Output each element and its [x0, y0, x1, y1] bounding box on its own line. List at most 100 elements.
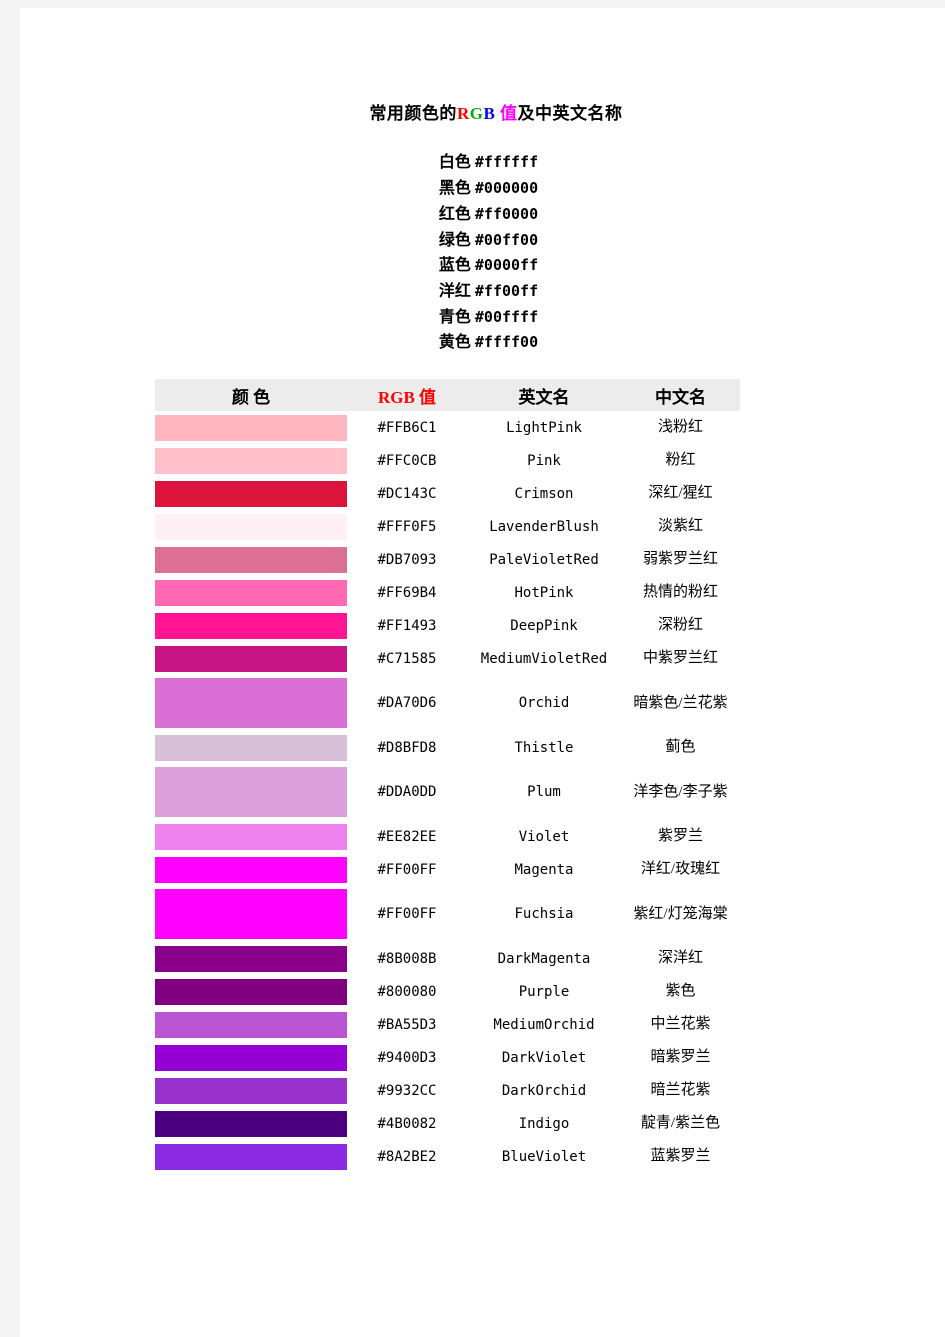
basic-color-name: 白色 [438, 154, 471, 172]
color-swatch [155, 579, 347, 606]
basic-color-row: 蓝色 #0000ff [32, 253, 945, 279]
color-swatch [155, 734, 347, 761]
table-row: #DDA0DD Plum 洋李色/李子紫 [155, 764, 740, 820]
table-row: #800080 Purple 紫色 [155, 975, 740, 1008]
color-english-name: Indigo [518, 1115, 570, 1132]
color-chinese-name: 中兰花紫 [650, 1016, 711, 1033]
table-header-row: 颜 色 RGB 值 英文名 中文名 [155, 379, 740, 411]
color-swatch-cell [155, 886, 347, 942]
color-chinese-name: 深粉红 [657, 617, 703, 634]
table-row: #4B0082 Indigo 靛青/紫兰色 [155, 1107, 740, 1140]
document-page: 常用颜色的RGB 值及中英文名称 白色 #ffffff 黑色 #000000 红色 … [20, 8, 945, 1337]
color-swatch-cell [155, 731, 347, 764]
table-row: #C71585 MediumVioletRed 中紫罗兰红 [155, 642, 740, 675]
color-swatch-cell [155, 1008, 347, 1041]
color-swatch [155, 767, 347, 817]
color-swatch [155, 678, 347, 728]
color-english-name: Thistle [514, 739, 574, 756]
color-swatch-cell [155, 510, 347, 543]
color-english-name: DeepPink [510, 617, 578, 634]
color-english-name: Purple [518, 983, 570, 1000]
color-english-name: Violet [518, 828, 570, 845]
table-row: #EE82EE Violet 紫罗兰 [155, 820, 740, 853]
color-english-name: Crimson [514, 485, 574, 502]
color-hex-value: #FF69B4 [377, 584, 437, 601]
color-swatch [155, 856, 347, 883]
color-english-name: Orchid [518, 695, 570, 711]
color-chinese-name: 深红/猩红 [648, 485, 713, 502]
color-hex-value: #FFB6C1 [377, 419, 437, 436]
color-hex-value: #DDA0DD [377, 784, 437, 800]
title-segment-5: 值 [500, 104, 518, 123]
color-hex-value: #DB7093 [377, 551, 437, 568]
basic-color-name: 绿色 [438, 231, 471, 249]
color-english-name: LightPink [506, 419, 582, 436]
color-swatch [155, 513, 347, 540]
color-swatch [155, 889, 347, 939]
table-row: #BA55D3 MediumOrchid 中兰花紫 [155, 1008, 740, 1041]
color-swatch-cell [155, 1074, 347, 1107]
color-swatch [155, 447, 347, 474]
color-chinese-name: 紫色 [665, 983, 696, 1000]
color-chinese-name: 浅粉红 [657, 419, 703, 436]
basic-color-name: 青色 [438, 308, 471, 326]
color-english-name: DarkOrchid [501, 1082, 587, 1099]
color-english-name: Pink [527, 452, 561, 469]
table-row: #FF00FF Fuchsia 紫红/灯笼海棠 [155, 886, 740, 942]
color-hex-value: #FF00FF [377, 906, 437, 922]
table-row: #FF69B4 HotPink 热情的粉红 [155, 576, 740, 609]
color-chinese-name: 暗紫罗兰 [650, 1049, 711, 1066]
table-row: #FF00FF Magenta 洋红/玫瑰红 [155, 853, 740, 886]
basic-color-row: 黑色 #000000 [32, 176, 945, 202]
color-english-name: Fuchsia [514, 906, 574, 922]
color-swatch-cell [155, 576, 347, 609]
color-hex-value: #D8BFD8 [377, 739, 437, 756]
color-swatch [155, 823, 347, 850]
color-swatch-cell [155, 543, 347, 576]
color-swatch-cell [155, 675, 347, 731]
basic-color-hex: #ff0000 [474, 204, 539, 223]
color-swatch [155, 1011, 347, 1038]
title-segment-0: 常用颜色的 [369, 104, 457, 123]
table-row: #FFB6C1 LightPink 浅粉红 [155, 411, 740, 444]
basic-color-row: 黄色 #ffff00 [32, 330, 945, 356]
color-english-name: Magenta [514, 861, 574, 878]
title-segment-6: 及中英文名称 [517, 104, 623, 123]
table-row: #9932CC DarkOrchid 暗兰花紫 [155, 1074, 740, 1107]
color-english-name: MediumOrchid [493, 1016, 595, 1033]
color-swatch [155, 414, 347, 441]
basic-color-name: 洋红 [438, 282, 471, 300]
color-hex-value: #800080 [377, 983, 437, 1000]
color-chinese-name: 弱紫罗兰红 [642, 551, 718, 568]
color-swatch [155, 1110, 347, 1137]
color-chinese-name: 紫罗兰 [657, 828, 703, 845]
basic-color-hex: #ffff00 [474, 333, 539, 352]
color-swatch-cell [155, 609, 347, 642]
color-swatch-cell [155, 477, 347, 510]
color-chinese-name: 洋李色/李子紫 [633, 783, 728, 800]
color-hex-value: #FF00FF [377, 861, 437, 878]
table-body: #FFB6C1 LightPink 浅粉红 #FFC0CB Pink 粉红 #DC143C C… [155, 411, 740, 1173]
color-swatch [155, 546, 347, 573]
color-english-name: LavenderBlush [489, 518, 599, 535]
color-hex-value: #BA55D3 [377, 1016, 437, 1033]
color-hex-value: #9400D3 [377, 1049, 437, 1066]
color-swatch-cell [155, 1140, 347, 1173]
page-title: 常用颜色的RGB 值及中英文名称 [20, 104, 945, 124]
title-segment-1: R [456, 104, 470, 123]
color-swatch-cell [155, 942, 347, 975]
table-row: #DB7093 PaleVioletRed 弱紫罗兰红 [155, 543, 740, 576]
color-chinese-name: 靛青/紫兰色 [640, 1115, 721, 1132]
basic-color-name: 蓝色 [438, 257, 471, 275]
color-english-name: BlueViolet [501, 1148, 587, 1165]
basic-color-hex: #ffffff [474, 153, 539, 172]
color-swatch-cell [155, 1041, 347, 1074]
color-chinese-name: 暗紫色/兰花紫 [633, 694, 728, 711]
basic-color-list: 白色 #ffffff 黑色 #000000 红色 #ff0000 绿色 #00ff00… [20, 150, 945, 356]
title-segment-3: B [483, 104, 496, 123]
color-swatch [155, 1044, 347, 1071]
basic-color-name: 黑色 [438, 180, 471, 198]
color-english-name: DarkMagenta [497, 950, 591, 967]
table-row: #D8BFD8 Thistle 蓟色 [155, 731, 740, 764]
basic-color-row: 绿色 #00ff00 [32, 228, 945, 254]
